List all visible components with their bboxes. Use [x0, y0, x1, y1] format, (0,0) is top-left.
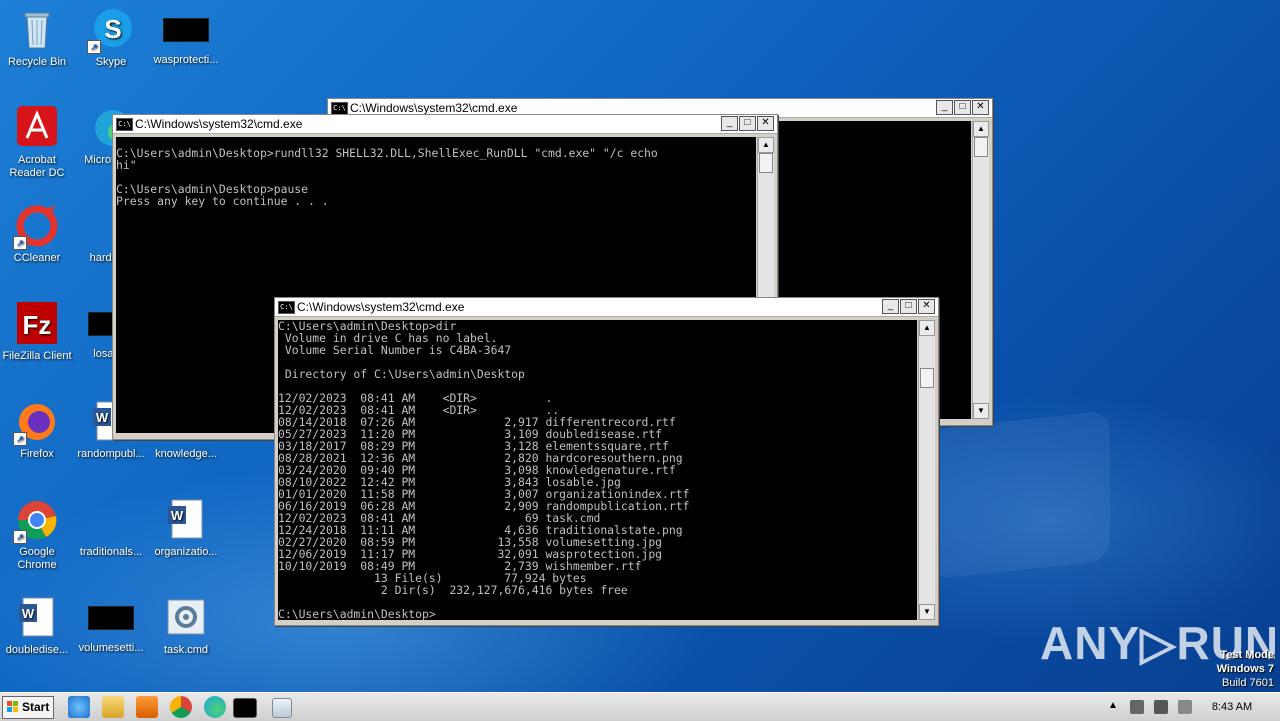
desktop-icon-label: Acrobat Reader DC: [9, 154, 65, 179]
file-explorer-icon[interactable]: [102, 696, 124, 718]
desktop-icon-chrome[interactable]: ↗ Google Chrome: [0, 498, 75, 572]
batch-file-icon: [164, 596, 208, 640]
shortcut-arrow-icon: ↗: [13, 236, 27, 250]
desktop-icon-label: traditionals...: [79, 546, 143, 558]
network-icon[interactable]: [1154, 700, 1168, 714]
os-name-label: Windows 7: [1216, 663, 1274, 675]
notepad-taskbar-icon[interactable]: [272, 698, 292, 718]
desktop-icon-acrobat[interactable]: Acrobat Reader DC: [0, 106, 75, 180]
word-document-icon: W: [15, 596, 59, 640]
minimize-button[interactable]: _: [721, 116, 738, 131]
close-button[interactable]: ✕: [757, 116, 774, 131]
window-titlebar[interactable]: C:\ C:\Windows\system32\cmd.exe _ □ ✕: [275, 298, 938, 317]
maximize-button[interactable]: □: [739, 116, 756, 131]
shortcut-arrow-icon: ↗: [13, 432, 27, 446]
scroll-down-arrow-icon[interactable]: ▼: [973, 403, 989, 419]
maximize-button[interactable]: □: [954, 100, 971, 115]
minimize-button[interactable]: _: [936, 100, 953, 115]
desktop-icon-volumesetting[interactable]: volumesetti...: [73, 596, 149, 655]
test-mode-notice: Test Mode Windows 7 Build 7601: [1217, 648, 1274, 690]
desktop-icon-label: randompubl...: [77, 448, 145, 460]
windows-logo-icon: [7, 701, 18, 712]
desktop-icon-filezilla[interactable]: Fz FileZilla Client: [0, 302, 75, 363]
image-file-icon: [88, 606, 134, 630]
shortcut-arrow-icon: ↗: [13, 530, 27, 544]
start-label: Start: [22, 700, 50, 714]
taskbar-clock[interactable]: 8:43 AM: [1207, 693, 1257, 721]
build-label: Build 7601: [1222, 677, 1274, 689]
skype-icon: S ↗: [87, 8, 133, 54]
desktop-icon-label: Google Chrome: [17, 546, 57, 571]
cmd-icon: C:\: [278, 301, 295, 314]
desktop-icon-label: wasprotecti...: [153, 54, 219, 66]
wallpaper-logo: [930, 410, 1110, 580]
scroll-down-arrow-icon[interactable]: ▼: [919, 604, 935, 620]
close-button[interactable]: ✕: [972, 100, 989, 115]
desktop-icon-traditionalstate[interactable]: traditionals...: [73, 498, 149, 559]
chrome-taskbar-icon[interactable]: [170, 696, 192, 718]
cmd-window-front[interactable]: C:\ C:\Windows\system32\cmd.exe _ □ ✕ C:\U…: [274, 297, 939, 626]
desktop-icon-taskcmd[interactable]: task.cmd: [148, 596, 224, 657]
close-button[interactable]: ✕: [918, 299, 935, 314]
desktop-icon-label: doubledise...: [5, 644, 69, 656]
desktop-icon-label: Firefox: [20, 448, 54, 460]
scroll-up-arrow-icon[interactable]: ▲: [973, 121, 989, 137]
action-center-flag-icon[interactable]: [1178, 700, 1192, 714]
desktop-icon-label: knowledge...: [155, 448, 217, 460]
show-hidden-icons-icon[interactable]: ▲: [1108, 701, 1118, 711]
minimize-button[interactable]: _: [882, 299, 899, 314]
scroll-thumb[interactable]: [759, 153, 773, 173]
vertical-scrollbar[interactable]: ▲ ▼: [972, 121, 989, 419]
scroll-up-arrow-icon[interactable]: ▲: [758, 137, 774, 153]
taskbar: Start ▲ 8:43 AM: [0, 692, 1280, 721]
desktop-icon-organizationindex[interactable]: W organizatio...: [148, 498, 224, 559]
ccleaner-icon: ↗: [13, 204, 59, 250]
media-player-icon[interactable]: [136, 696, 158, 718]
cmd-taskbar-icon[interactable]: [233, 698, 257, 718]
scroll-thumb[interactable]: [974, 137, 988, 157]
desktop-icon-label: task.cmd: [163, 644, 208, 656]
test-mode-label: Test Mode: [1220, 649, 1274, 661]
image-file-icon: [163, 18, 209, 42]
desktop-icon-label: FileZilla Client: [2, 350, 72, 362]
desktop-icon-label: CCleaner: [13, 252, 61, 264]
shortcut-arrow-icon: ↗: [87, 40, 101, 54]
acrobat-icon: [15, 106, 59, 150]
desktop-icon-recycle-bin[interactable]: Recycle Bin: [0, 8, 75, 69]
console-output[interactable]: C:\Users\admin\Desktop>dir Volume in dri…: [278, 320, 917, 620]
desktop-icon-doubledisease[interactable]: W doubledise...: [0, 596, 75, 657]
filezilla-icon: Fz: [15, 302, 59, 346]
desktop-icon-ccleaner[interactable]: ↗ CCleaner: [0, 204, 75, 265]
svg-text:Fz: Fz: [23, 310, 52, 340]
desktop-icon-label: Skype: [95, 56, 127, 68]
window-titlebar[interactable]: C:\ C:\Windows\system32\cmd.exe _ □ ✕: [113, 115, 777, 134]
recycle-bin-icon: [15, 8, 59, 52]
svg-text:S: S: [104, 14, 121, 44]
maximize-button[interactable]: □: [900, 299, 917, 314]
desktop-icon-firefox[interactable]: ↗ Firefox: [0, 400, 75, 461]
desktop-icon-label: organizatio...: [154, 546, 218, 558]
desktop-icon-label: Recycle Bin: [7, 56, 67, 68]
internet-explorer-icon[interactable]: [68, 696, 90, 718]
svg-text:W: W: [22, 606, 35, 621]
firefox-icon: ↗: [13, 400, 59, 446]
word-document-icon: W: [164, 498, 208, 542]
desktop-icon-wasprotection[interactable]: wasprotecti...: [148, 8, 224, 67]
window-title: C:\Windows\system32\cmd.exe: [135, 117, 303, 131]
volume-icon[interactable]: [1130, 700, 1144, 714]
svg-text:W: W: [171, 508, 184, 523]
vertical-scrollbar[interactable]: ▲ ▼: [918, 320, 935, 620]
scroll-thumb[interactable]: [920, 368, 934, 388]
desktop-icon-label: volumesetti...: [78, 642, 144, 654]
scroll-up-arrow-icon[interactable]: ▲: [919, 320, 935, 336]
cmd-icon: C:\: [116, 118, 133, 131]
chrome-icon: ↗: [13, 498, 59, 544]
desktop-icon-skype[interactable]: S ↗ Skype: [73, 8, 149, 69]
image-file-icon: [89, 498, 133, 542]
window-title: C:\Windows\system32\cmd.exe: [297, 300, 465, 314]
svg-text:W: W: [96, 410, 109, 425]
edge-taskbar-icon[interactable]: [204, 696, 226, 718]
start-button[interactable]: Start: [2, 696, 54, 719]
